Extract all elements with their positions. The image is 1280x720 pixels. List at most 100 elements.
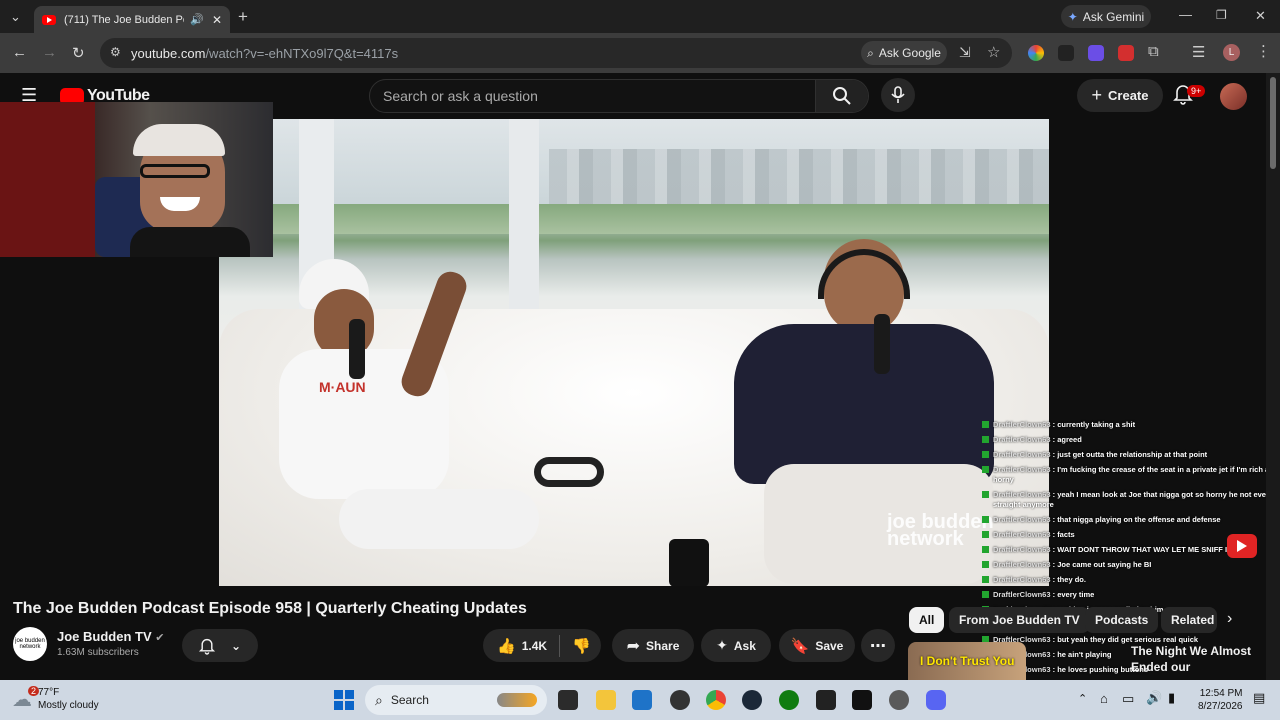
chat-badge-icon	[982, 561, 989, 568]
dislike-thumb-icon[interactable]: 👎	[572, 637, 591, 655]
minimize-icon[interactable]: —	[1179, 7, 1192, 22]
chip-podcasts[interactable]: Podcasts	[1085, 607, 1159, 633]
chat-message: DraftlerClown63 : just get outta the rel…	[980, 450, 1280, 460]
display-icon[interactable]: ▭	[1122, 691, 1134, 707]
browser-tab-youtube[interactable]: (711) The Joe Budden Podc 🔊 ✕	[34, 6, 230, 33]
clock-time: 12:54 PM	[1199, 688, 1243, 699]
like-dislike-group: 👍 1.4K 👎	[483, 629, 601, 662]
install-app-icon[interactable]: ⇲	[959, 44, 971, 61]
tab-audio-icon[interactable]: 🔊	[190, 13, 204, 26]
volume-icon[interactable]: 🔊	[1146, 690, 1162, 706]
epic-games-icon[interactable]	[852, 690, 872, 710]
extension-diamond-icon[interactable]	[1058, 45, 1074, 61]
weather-widget[interactable]: ☁ 2 77°F Mostly cloudy	[12, 686, 99, 712]
page-scrollbar[interactable]	[1266, 73, 1280, 680]
discord-icon[interactable]	[926, 690, 946, 710]
app-circle-icon[interactable]	[670, 690, 690, 710]
window-frame	[509, 119, 539, 309]
voice-search-button[interactable]	[881, 78, 915, 112]
bookmark-icon: 🔖	[790, 637, 810, 655]
ask-gemini-button[interactable]: ✦ Ask Gemini	[1061, 5, 1151, 28]
restore-icon[interactable]: ❐	[1216, 8, 1227, 22]
ask-label: Ask	[733, 638, 756, 653]
reload-icon[interactable]: ↻	[72, 44, 85, 62]
address-bar[interactable]: ⚙ youtube.com/watch?v=-ehNTXo9l7Q&t=4117…	[100, 38, 1012, 68]
weather-alert-badge: 2	[28, 686, 40, 696]
obs-icon[interactable]	[889, 690, 909, 710]
ask-gemini-label: Ask Gemini	[1082, 9, 1145, 24]
window-close-icon[interactable]: ✕	[1255, 8, 1266, 24]
tree-line	[219, 204, 1049, 234]
task-view-icon[interactable]	[558, 690, 578, 710]
video-player[interactable]: M·AUN joe budden network	[219, 119, 1049, 586]
start-windows-icon[interactable]	[334, 690, 354, 710]
tab-close-icon[interactable]: ✕	[212, 13, 222, 27]
taskbar-search-label: Search	[390, 693, 429, 707]
search-input[interactable]	[383, 88, 803, 104]
steam-icon[interactable]	[742, 690, 762, 710]
chat-badge-icon	[982, 546, 989, 553]
chat-text: agreed	[1057, 435, 1082, 444]
sparkle-icon: ✦	[716, 637, 728, 653]
chat-badge-icon	[982, 576, 989, 583]
chips-next-chevron-icon[interactable]: ›	[1227, 610, 1232, 628]
youtube-play-overlay-icon[interactable]	[1227, 534, 1257, 558]
more-actions-button[interactable]: ⋯	[861, 629, 895, 662]
profile-avatar-icon[interactable]: L	[1223, 44, 1240, 61]
subscribe-notifications-button[interactable]: ⌄	[182, 629, 258, 662]
chat-message: DraftlerClown63 : Joe came out saying he…	[980, 560, 1280, 570]
extensions-puzzle-icon[interactable]: ⧉	[1148, 43, 1159, 60]
search-button[interactable]	[815, 80, 868, 112]
bookmark-star-icon[interactable]: ☆	[987, 43, 1000, 61]
chrome-menu-icon[interactable]: ⋮	[1256, 42, 1271, 60]
battery-icon[interactable]: ▮	[1168, 690, 1175, 706]
like-thumb-icon[interactable]: 👍	[497, 637, 516, 655]
extension-twitch-icon[interactable]	[1088, 45, 1104, 61]
chip-from-channel[interactable]: From Joe Budden TV	[949, 607, 1090, 633]
subscribed-bell-icon	[198, 638, 215, 655]
notification-center-icon[interactable]: ▤	[1253, 690, 1265, 706]
taskbar-clock[interactable]: 12:54 PM 8/27/2026	[1198, 687, 1243, 713]
back-icon[interactable]: ←	[12, 44, 27, 61]
forward-icon[interactable]: →	[42, 44, 57, 61]
share-button[interactable]: ➦ Share	[612, 629, 694, 662]
media-queue-icon[interactable]: ☰	[1192, 43, 1205, 61]
chat-username: DraftlerClown63	[993, 420, 1051, 429]
youtube-search-box	[369, 79, 869, 113]
taskbar-search-box[interactable]: ⌕ Search	[365, 685, 547, 715]
channel-name[interactable]: Joe Budden TV ✔	[57, 629, 164, 644]
related-video-thumbnail[interactable]: I Don't Trust You	[908, 642, 1026, 680]
site-info-icon[interactable]: ⚙	[110, 45, 121, 59]
xbox-icon[interactable]	[779, 690, 799, 710]
create-button[interactable]: + Create	[1077, 79, 1163, 112]
gemini-star-icon: ✦	[1067, 9, 1078, 24]
extension-red-icon[interactable]	[1118, 45, 1134, 61]
chat-badge-icon	[982, 421, 989, 428]
new-tab-icon[interactable]: +	[238, 7, 248, 27]
7zip-icon[interactable]	[816, 690, 836, 710]
file-explorer-icon[interactable]	[596, 690, 616, 710]
extension-color-icon[interactable]	[1028, 45, 1044, 61]
related-video-title[interactable]: The Night We Almost Ended our	[1131, 643, 1251, 675]
tab-search-chevron-icon[interactable]: ⌄	[10, 9, 21, 25]
streamer-glasses	[140, 164, 210, 178]
ask-google-button[interactable]: ⌕ Ask Google	[861, 41, 947, 65]
microphone-left	[349, 319, 365, 379]
chrome-taskbar-icon[interactable]	[706, 690, 726, 710]
chat-text: just get outta the relationship at that …	[1057, 450, 1208, 459]
tray-overflow-icon[interactable]: ⌃	[1078, 692, 1087, 705]
save-button[interactable]: 🔖 Save	[779, 629, 855, 662]
channel-avatar[interactable]: joe budden network	[13, 627, 47, 661]
ask-button[interactable]: ✦ Ask	[701, 629, 771, 662]
youtube-account-avatar[interactable]	[1220, 83, 1247, 110]
thumbnail-text: I Don't Trust You	[920, 654, 1015, 668]
chat-badge-icon	[982, 591, 989, 598]
like-count[interactable]: 1.4K	[522, 639, 547, 653]
chip-all[interactable]: All	[909, 607, 945, 633]
chat-username: DraftlerClown63	[993, 575, 1051, 584]
chip-related[interactable]: Related	[1161, 607, 1217, 633]
network-icon[interactable]: ⌂	[1100, 691, 1108, 706]
search-highlight-icon	[497, 693, 537, 707]
scrollbar-thumb[interactable]	[1270, 77, 1276, 169]
microsoft-store-icon[interactable]	[632, 690, 652, 710]
